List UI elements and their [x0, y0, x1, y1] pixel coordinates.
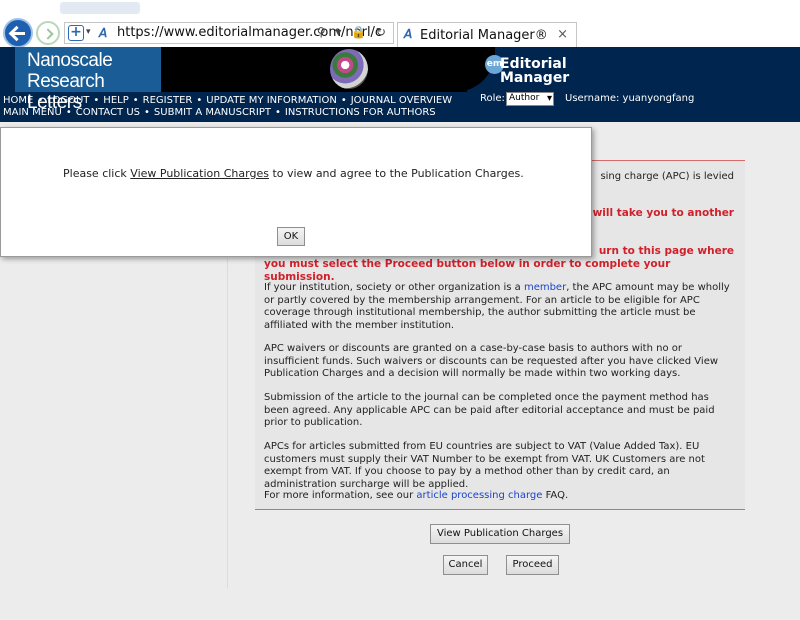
nav-help[interactable]: HELP: [103, 95, 128, 106]
em-title-line2: Manager: [500, 70, 570, 86]
address-bar[interactable]: + ▾ 𝘈 https://www.editorialmanager.com/n…: [64, 22, 394, 44]
member-link[interactable]: member: [524, 282, 566, 293]
para5-text-b: FAQ.: [542, 490, 569, 501]
site-favicon-icon: 𝘈: [99, 26, 108, 40]
role-value: Author: [509, 93, 540, 103]
role-select[interactable]: Author: [506, 92, 554, 106]
journal-logo[interactable]: Nanoscale Research Letters: [15, 47, 161, 113]
para5-text-a: For more information, see our: [264, 490, 417, 501]
dialog-text-b: to view and agree to the Publication Cha…: [268, 167, 524, 180]
proceed-button[interactable]: Proceed: [506, 555, 559, 575]
nav-separator: •: [340, 95, 347, 106]
tab-title: Editorial Manager®: [420, 28, 548, 43]
ok-button[interactable]: OK: [277, 227, 305, 246]
nanoparticle-image: [330, 49, 368, 89]
page-add-icon[interactable]: +: [68, 25, 84, 41]
nav-submit-manuscript[interactable]: SUBMIT A MANUSCRIPT: [154, 107, 271, 118]
editorial-manager-logo: Editorial Manager: [500, 57, 569, 85]
role-label: Role:: [480, 93, 505, 104]
apc-faq-link[interactable]: article processing charge: [416, 490, 542, 501]
site-header: Nanoscale Research Letters em Editorial …: [0, 47, 800, 122]
nav-register[interactable]: REGISTER: [143, 95, 193, 106]
nav-home[interactable]: HOME: [3, 95, 33, 106]
chevron-down-icon[interactable]: ▾: [86, 27, 91, 37]
journal-name-line1: Nanoscale: [27, 50, 113, 71]
address-bar-icons[interactable]: ⚲ ▾ 🔒 ↻: [317, 25, 389, 39]
dialog-message: Please click View Publication Charges to…: [63, 167, 524, 180]
top-nav-row2: MAIN MENU • CONTACT US • SUBMIT A MANUSCRIPT…: [3, 107, 436, 118]
nav-update-info[interactable]: UPDATE MY INFORMATION: [206, 95, 337, 106]
view-publication-charges-button[interactable]: View Publication Charges: [430, 524, 570, 544]
forward-arrow-icon[interactable]: [36, 21, 60, 45]
nav-separator: •: [37, 95, 44, 106]
publication-charges-dialog: Please click View Publication Charges to…: [0, 127, 592, 257]
top-nav-row1: HOME • LOGOUT • HELP • REGISTER • UPDATE MY INFO…: [3, 95, 452, 106]
nav-separator: •: [274, 107, 281, 118]
left-column: [0, 258, 228, 588]
nav-instructions[interactable]: INSTRUCTIONS FOR AUTHORS: [285, 107, 436, 118]
nav-separator: •: [65, 107, 72, 118]
username-label: Username: yuanyongfang: [565, 93, 695, 104]
tab-favicon-icon: 𝘈: [404, 27, 413, 41]
nav-separator: •: [93, 95, 100, 106]
more-info-line: For more information, see our article pr…: [264, 490, 734, 503]
blurred-tab: [60, 2, 140, 14]
proceed-instruction: you must select the Proceed button below…: [264, 258, 671, 283]
nav-contact-us[interactable]: CONTACT US: [76, 107, 140, 118]
browser-tab[interactable]: 𝘈 Editorial Manager® ×: [397, 22, 577, 47]
nav-journal-overview[interactable]: JOURNAL OVERVIEW: [351, 95, 452, 106]
nav-separator: •: [132, 95, 139, 106]
close-icon[interactable]: ×: [557, 27, 568, 42]
dialog-text-a: Please click: [63, 167, 131, 180]
vat-paragraph: APCs for articles submitted from EU coun…: [264, 441, 705, 490]
browser-chrome: + ▾ 𝘈 https://www.editorialmanager.com/n…: [0, 0, 800, 48]
waiver-paragraph: APC waivers or discounts are granted on …: [264, 343, 719, 379]
nav-main-menu[interactable]: MAIN MENU: [3, 107, 62, 118]
em-title-line1: Editorial: [500, 56, 567, 72]
dialog-view-charges-link[interactable]: View Publication Charges: [130, 167, 269, 180]
cancel-button[interactable]: Cancel: [443, 555, 488, 575]
submission-paragraph: Submission of the article to the journal…: [264, 392, 715, 428]
nav-logout[interactable]: LOGOUT: [47, 95, 89, 106]
nav-separator: •: [196, 95, 203, 106]
header-banner: [161, 47, 467, 92]
nav-separator: •: [144, 107, 150, 118]
back-arrow-icon[interactable]: [3, 18, 33, 48]
para1-text-a: If your institution, society or other or…: [264, 282, 524, 293]
membership-paragraph: If your institution, society or other or…: [264, 282, 734, 332]
